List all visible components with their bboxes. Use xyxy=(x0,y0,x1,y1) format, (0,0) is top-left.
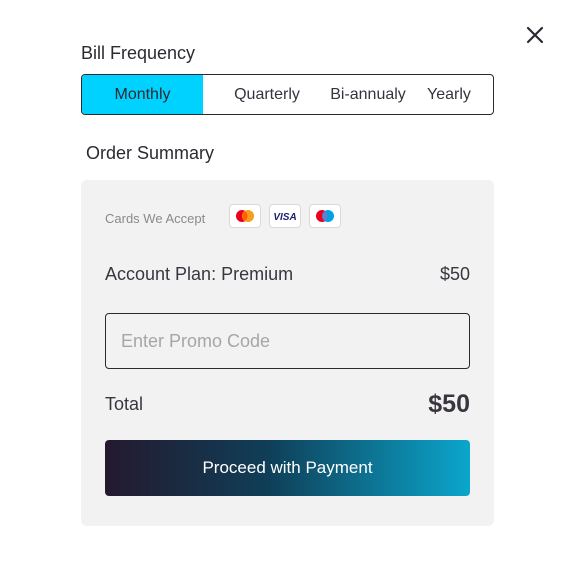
maestro-card xyxy=(309,204,341,228)
checkout-page: Bill Frequency Monthly Quarterly Bi-annu… xyxy=(0,0,576,566)
close-button[interactable] xyxy=(524,24,546,46)
svg-text:VISA: VISA xyxy=(273,212,296,222)
tab-yearly[interactable]: Yearly xyxy=(405,75,493,114)
total-value: $50 xyxy=(428,390,470,418)
total-label: Total xyxy=(105,394,144,414)
promo-code-input[interactable] xyxy=(105,313,470,369)
plan-row: Account Plan: Premium $50 xyxy=(105,264,470,285)
visa-icon: VISA xyxy=(273,212,296,222)
proceed-payment-button[interactable]: Proceed with Payment xyxy=(105,440,470,496)
cards-accepted-label: Cards We Accept xyxy=(105,211,206,226)
order-summary-card: Cards We Accept VISA Account Plan: Premi… xyxy=(81,180,494,526)
bill-frequency-tabs: Monthly Quarterly Bi-annualy Yearly xyxy=(81,74,494,115)
mastercard-card xyxy=(229,204,261,228)
accepted-cards: VISA xyxy=(229,204,341,228)
maestro-icon xyxy=(316,210,334,222)
plan-label: Account Plan: Premium xyxy=(105,264,294,284)
visa-card: VISA xyxy=(269,204,301,228)
bill-frequency-title: Bill Frequency xyxy=(81,43,196,63)
close-icon xyxy=(526,26,544,44)
tab-monthly[interactable]: Monthly xyxy=(82,75,203,114)
plan-price: $50 xyxy=(439,264,470,284)
mastercard-icon xyxy=(236,210,254,222)
total-row: Total $50 xyxy=(105,390,470,419)
order-summary-title: Order Summary xyxy=(86,143,215,163)
tab-bi-annualy[interactable]: Bi-annualy xyxy=(330,75,406,114)
tab-quarterly[interactable]: Quarterly xyxy=(203,75,331,114)
